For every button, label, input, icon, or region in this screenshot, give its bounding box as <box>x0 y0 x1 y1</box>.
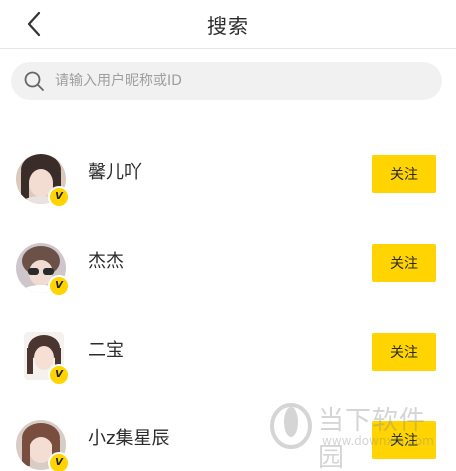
header: 搜索 <box>0 0 456 49</box>
follow-button[interactable]: 关注 <box>372 155 436 193</box>
search-input[interactable] <box>55 62 425 100</box>
verified-badge: V <box>48 186 70 208</box>
username[interactable]: 小z集星辰 <box>88 424 169 450</box>
user-list-item[interactable]: V 馨儿吖 关注 <box>0 154 456 218</box>
avatar[interactable]: V <box>16 420 72 471</box>
avatar[interactable]: V <box>16 243 72 299</box>
follow-button[interactable]: 关注 <box>372 244 436 282</box>
page-title: 搜索 <box>207 14 249 38</box>
verified-badge: V <box>48 364 70 386</box>
follow-button[interactable]: 关注 <box>372 421 436 459</box>
username[interactable]: 杰杰 <box>88 247 124 273</box>
user-list-item[interactable]: V 小z集星辰 关注 <box>0 420 456 471</box>
avatar[interactable]: V <box>16 154 72 210</box>
verified-badge: V <box>48 452 70 471</box>
follow-button[interactable]: 关注 <box>372 333 436 371</box>
verified-badge: V <box>48 275 70 297</box>
user-list-item[interactable]: V 二宝 关注 <box>0 332 456 396</box>
avatar[interactable]: V <box>16 332 72 388</box>
search-bar[interactable] <box>11 62 442 100</box>
user-list-item[interactable]: V 杰杰 关注 <box>0 243 456 307</box>
username[interactable]: 二宝 <box>88 336 124 362</box>
username[interactable]: 馨儿吖 <box>88 158 142 184</box>
search-screen: 搜索 V 馨儿吖 关注 <box>0 0 456 471</box>
search-icon <box>24 71 44 91</box>
